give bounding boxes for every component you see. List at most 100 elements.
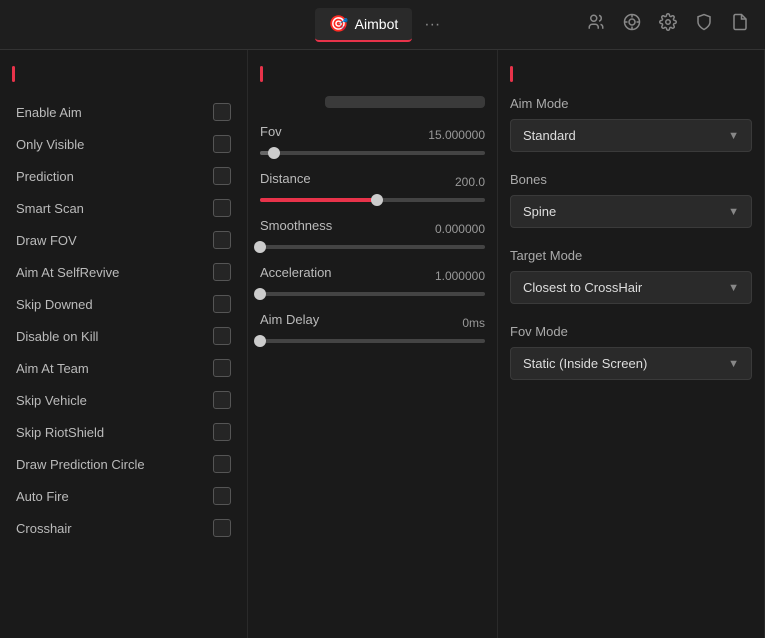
general-item-draw-prediction-circle[interactable]: Draw Prediction Circle: [12, 448, 235, 480]
fov_mode-block: Fov Mode Static (Inside Screen) ▼: [510, 324, 752, 380]
general-item-checkbox[interactable]: [213, 391, 231, 409]
general-item-label: Auto Fire: [16, 489, 69, 504]
document-icon[interactable]: [731, 13, 749, 36]
general-item-label: Skip RiotShield: [16, 425, 104, 440]
fov-track[interactable]: [260, 151, 485, 155]
tab-more[interactable]: ···: [416, 10, 448, 40]
distance-thumb[interactable]: [371, 194, 383, 206]
distance-track[interactable]: [260, 198, 485, 202]
general-item-auto-fire[interactable]: Auto Fire: [12, 480, 235, 512]
general-item-checkbox[interactable]: [213, 167, 231, 185]
general-item-crosshair[interactable]: Crosshair: [12, 512, 235, 544]
header-tabs: 🎯 Aimbot ···: [176, 8, 587, 42]
fov-value: 15.000000: [428, 128, 485, 142]
general-item-aim-at-selfrevive[interactable]: Aim At SelfRevive: [12, 256, 235, 288]
options-panel-title: [510, 66, 752, 82]
header-action-icons: [587, 13, 749, 36]
general-item-label: Crosshair: [16, 521, 72, 536]
aim_mode-dropdown[interactable]: Standard ▼: [510, 119, 752, 152]
bones-label: Bones: [510, 172, 752, 187]
target_mode-dropdown-value: Closest to CrossHair: [523, 280, 642, 295]
fov_mode-dropdown-value: Static (Inside Screen): [523, 356, 647, 371]
acceleration-row: Acceleration 1.000000: [260, 265, 485, 286]
general-item-aim-at-team[interactable]: Aim At Team: [12, 352, 235, 384]
fov-thumb[interactable]: [268, 147, 280, 159]
general-item-disable-on-kill[interactable]: Disable on Kill: [12, 320, 235, 352]
acceleration-track[interactable]: [260, 292, 485, 296]
general-item-checkbox[interactable]: [213, 487, 231, 505]
general-item-checkbox[interactable]: [213, 359, 231, 377]
general-item-label: Enable Aim: [16, 105, 82, 120]
aim_delay-value: 0ms: [462, 316, 485, 330]
bones-dropdown-value: Spine: [523, 204, 556, 219]
smoothness-label: Smoothness: [260, 218, 332, 233]
aimbot-icon: 🎯: [329, 14, 349, 34]
general-item-label: Aim At Team: [16, 361, 89, 376]
general-item-checkbox[interactable]: [213, 327, 231, 345]
distance-block: Distance 200.0: [260, 171, 485, 202]
aimkey-row: [260, 96, 485, 108]
aim_mode-block: Aim Mode Standard ▼: [510, 96, 752, 152]
shield-icon[interactable]: [695, 13, 713, 36]
general-item-only-visible[interactable]: Only Visible: [12, 128, 235, 160]
dropdowns-container: Aim Mode Standard ▼ Bones Spine ▼ Target…: [510, 96, 752, 380]
smoothness-track[interactable]: [260, 245, 485, 249]
tab-aimbot[interactable]: 🎯 Aimbot: [315, 8, 413, 42]
general-item-skip-vehicle[interactable]: Skip Vehicle: [12, 384, 235, 416]
aim_delay-thumb[interactable]: [254, 335, 266, 347]
general-item-checkbox[interactable]: [213, 103, 231, 121]
general-item-checkbox[interactable]: [213, 295, 231, 313]
acceleration-block: Acceleration 1.000000: [260, 265, 485, 296]
aim_delay-row: Aim Delay 0ms: [260, 312, 485, 333]
header: 🎯 Aimbot ···: [0, 0, 765, 50]
options-title-bar-accent: [510, 66, 513, 82]
aim_mode-label: Aim Mode: [510, 96, 752, 111]
general-item-label: Smart Scan: [16, 201, 84, 216]
settings-panel: Fov 15.000000 Distance 200.0 Smoothness …: [248, 50, 498, 638]
general-item-enable-aim[interactable]: Enable Aim: [12, 96, 235, 128]
general-item-label: Prediction: [16, 169, 74, 184]
general-items-list: Enable Aim Only Visible Prediction Smart…: [12, 96, 235, 544]
bones-block: Bones Spine ▼: [510, 172, 752, 228]
general-item-label: Draw Prediction Circle: [16, 457, 145, 472]
aim_mode-dropdown-arrow: ▼: [728, 130, 739, 142]
general-item-skip-riotshield[interactable]: Skip RiotShield: [12, 416, 235, 448]
general-item-skip-downed[interactable]: Skip Downed: [12, 288, 235, 320]
general-item-smart-scan[interactable]: Smart Scan: [12, 192, 235, 224]
sliders-container: Fov 15.000000 Distance 200.0 Smoothness …: [260, 124, 485, 343]
general-item-checkbox[interactable]: [213, 135, 231, 153]
fov_mode-dropdown[interactable]: Static (Inside Screen) ▼: [510, 347, 752, 380]
general-item-draw-fov[interactable]: Draw FOV: [12, 224, 235, 256]
aimkey-button[interactable]: [325, 96, 485, 108]
aim_delay-track[interactable]: [260, 339, 485, 343]
general-item-checkbox[interactable]: [213, 231, 231, 249]
smoothness-thumb[interactable]: [254, 241, 266, 253]
settings-icon[interactable]: [659, 13, 677, 36]
general-item-checkbox[interactable]: [213, 199, 231, 217]
general-item-label: Skip Downed: [16, 297, 93, 312]
smoothness-row: Smoothness 0.000000: [260, 218, 485, 239]
distance-label: Distance: [260, 171, 311, 186]
general-item-checkbox[interactable]: [213, 455, 231, 473]
main-content: Enable Aim Only Visible Prediction Smart…: [0, 50, 765, 638]
general-item-checkbox[interactable]: [213, 519, 231, 537]
distance-fill: [260, 198, 377, 202]
acceleration-thumb[interactable]: [254, 288, 266, 300]
smoothness-block: Smoothness 0.000000: [260, 218, 485, 249]
aim_delay-block: Aim Delay 0ms: [260, 312, 485, 343]
settings-title-bar-accent: [260, 66, 263, 82]
general-item-checkbox[interactable]: [213, 423, 231, 441]
fov-row: Fov 15.000000: [260, 124, 485, 145]
options-panel: Aim Mode Standard ▼ Bones Spine ▼ Target…: [498, 50, 765, 638]
target_mode-label: Target Mode: [510, 248, 752, 263]
general-item-checkbox[interactable]: [213, 263, 231, 281]
bones-dropdown[interactable]: Spine ▼: [510, 195, 752, 228]
general-item-prediction[interactable]: Prediction: [12, 160, 235, 192]
target-icon[interactable]: [623, 13, 641, 36]
target_mode-dropdown[interactable]: Closest to CrossHair ▼: [510, 271, 752, 304]
title-bar-accent: [12, 66, 15, 82]
users-icon[interactable]: [587, 13, 605, 36]
aimkey-block: [260, 96, 485, 108]
general-panel-title: [12, 66, 235, 82]
general-panel: Enable Aim Only Visible Prediction Smart…: [0, 50, 248, 638]
